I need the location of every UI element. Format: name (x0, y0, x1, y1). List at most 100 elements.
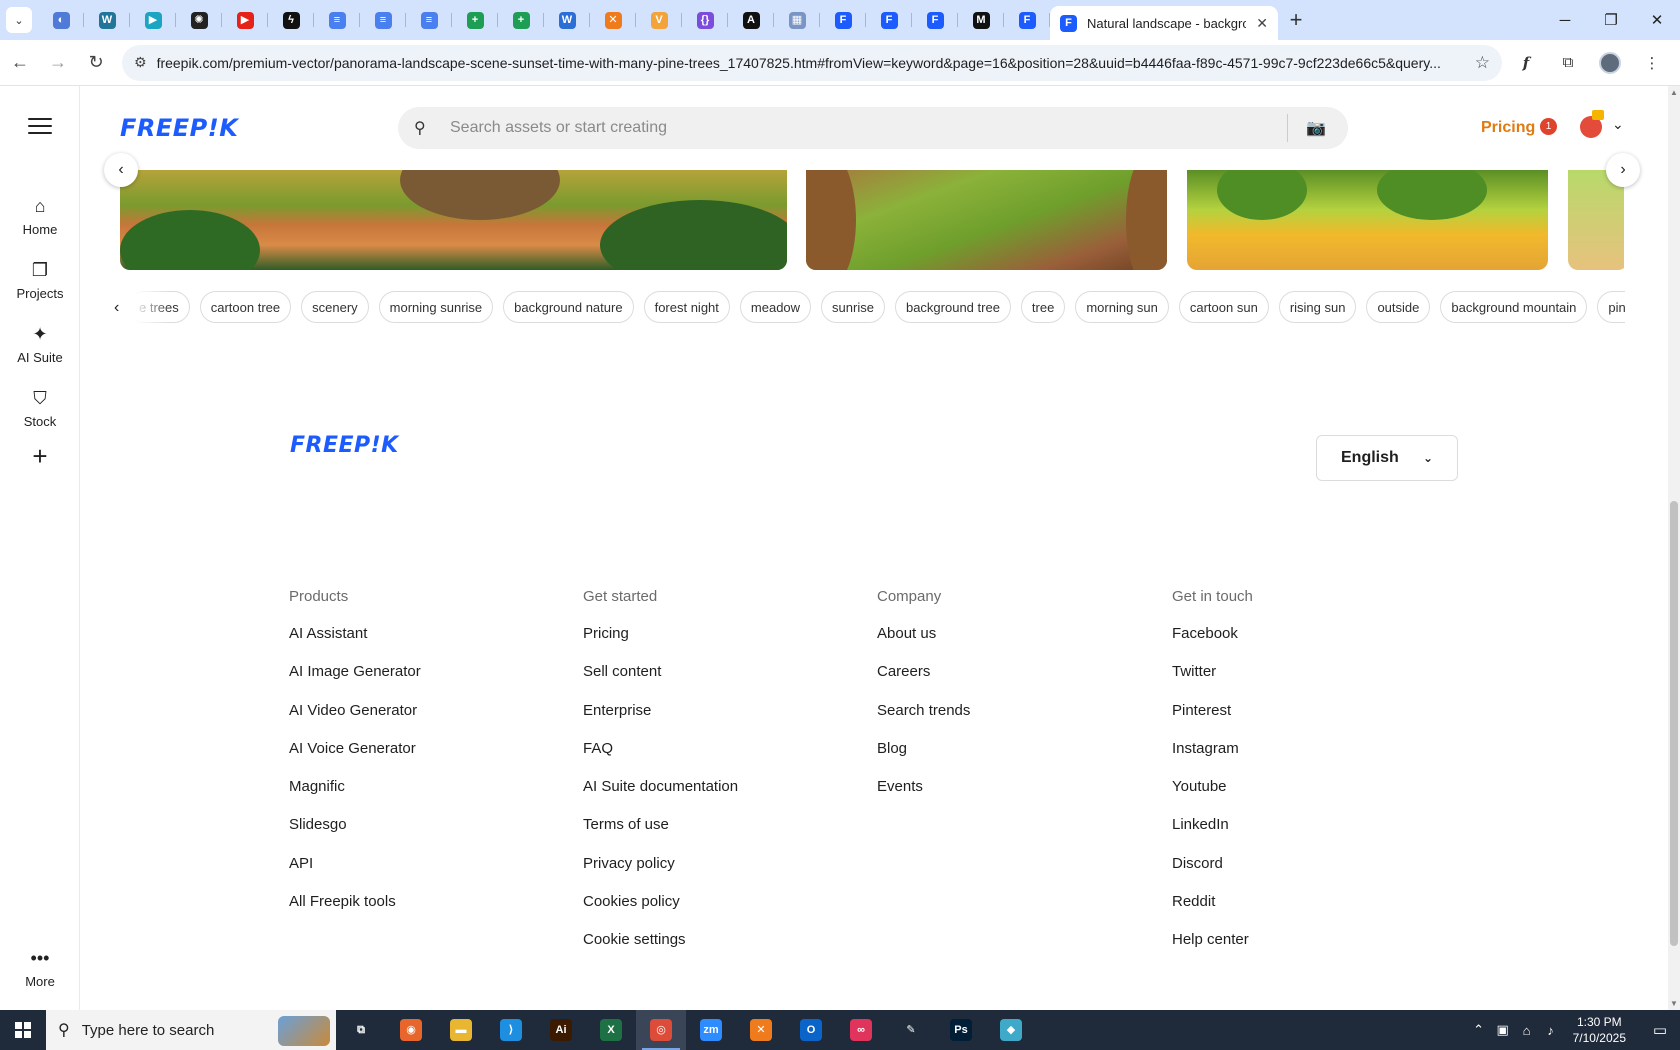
taskbar-app[interactable]: ✎ (886, 1010, 936, 1050)
taskbar-app[interactable]: ◉ (386, 1010, 436, 1050)
related-image[interactable] (120, 170, 787, 270)
page-scrollbar[interactable]: ▲ ▼ (1668, 86, 1680, 1010)
related-image[interactable] (806, 170, 1167, 270)
taskbar-app[interactable]: ⟩ (486, 1010, 536, 1050)
omnibox[interactable]: ⚙ freepik.com/premium-vector/panorama-la… (122, 44, 1502, 81)
footer-link[interactable]: Twitter (1172, 662, 1452, 700)
pinned-tab[interactable]: + (498, 0, 544, 40)
fontjoy-extension-icon[interactable]: f (1508, 45, 1544, 81)
taskbar-app[interactable]: Ps (936, 1010, 986, 1050)
taskbar-app[interactable]: ⧉ (336, 1010, 386, 1050)
sidebar-item-home[interactable]: ⌂ Home (0, 194, 80, 237)
search-bar[interactable]: ⚲ 📷 (398, 107, 1348, 149)
tab-search-button[interactable]: ⌄ (0, 0, 38, 40)
pinned-tab[interactable]: ◐ (38, 0, 84, 40)
pinned-tab[interactable]: ✕ (590, 0, 636, 40)
footer-link[interactable]: Pricing (583, 624, 863, 662)
scroll-up-icon[interactable]: ▲ (1670, 88, 1678, 97)
footer-link[interactable]: Facebook (1172, 624, 1452, 662)
footer-link[interactable]: AI Suite documentation (583, 777, 863, 815)
pinned-tab[interactable]: ▶ (130, 0, 176, 40)
freepik-logo[interactable]: FREEP!K (120, 114, 238, 142)
tray-app-icon[interactable]: ▣ (1491, 1022, 1515, 1038)
tag-chip[interactable]: background nature (503, 291, 634, 323)
volume-icon[interactable]: ♪ (1539, 1023, 1563, 1038)
back-button[interactable]: ← (2, 45, 38, 81)
tag-chip[interactable]: cartoon tree (199, 291, 292, 323)
pricing-link[interactable]: Pricing (1481, 119, 1535, 137)
search-input[interactable] (450, 119, 1275, 137)
sidebar-item-ai-suite[interactable]: ✦ AI Suite (0, 322, 80, 365)
clock[interactable]: 1:30 PM 7/10/2025 (1573, 1014, 1626, 1046)
pinned-tab[interactable]: ϟ (268, 0, 314, 40)
pinned-tab[interactable]: A (728, 0, 774, 40)
pinned-tab[interactable]: ≡ (360, 0, 406, 40)
pinned-tab[interactable]: F (912, 0, 958, 40)
footer-link[interactable]: AI Image Generator (289, 662, 569, 700)
bookmark-star-icon[interactable]: ☆ (1475, 53, 1490, 73)
pinned-tab[interactable]: F (820, 0, 866, 40)
pinned-tab[interactable]: W (84, 0, 130, 40)
pinned-tab[interactable]: M (958, 0, 1004, 40)
taskbar-app[interactable]: O (786, 1010, 836, 1050)
tag-chip[interactable]: morning sun (1075, 291, 1169, 323)
tag-chip[interactable]: pine (1597, 291, 1625, 323)
taskbar-app[interactable]: zm (686, 1010, 736, 1050)
related-image[interactable] (1187, 170, 1548, 270)
language-selector[interactable]: English ⌄ (1316, 435, 1458, 481)
footer-link[interactable]: Search trends (877, 701, 1157, 739)
restore-button[interactable]: ❐ (1588, 0, 1634, 40)
footer-link[interactable]: Sell content (583, 662, 863, 700)
start-button[interactable] (0, 1010, 46, 1050)
footer-link[interactable]: AI Video Generator (289, 701, 569, 739)
footer-link[interactable]: Youtube (1172, 777, 1452, 815)
taskbar-app[interactable]: ▬ (436, 1010, 486, 1050)
footer-link[interactable]: Privacy policy (583, 854, 863, 892)
hamburger-menu-icon[interactable] (28, 118, 52, 136)
footer-link[interactable]: Events (877, 777, 1157, 815)
tag-chip[interactable]: background mountain (1440, 291, 1588, 323)
footer-link[interactable]: Discord (1172, 854, 1452, 892)
reload-button[interactable]: ↻ (78, 45, 114, 81)
tag-chip[interactable]: cartoon sun (1178, 291, 1269, 323)
tag-chip[interactable]: sunrise (821, 291, 885, 323)
sidebar-item-projects[interactable]: ❐ Projects (0, 258, 80, 301)
tag-chip[interactable]: morning sunrise (378, 291, 494, 323)
footer-link[interactable]: Help center (1172, 930, 1452, 968)
footer-link[interactable]: Pinterest (1172, 701, 1452, 739)
camera-icon[interactable]: 📷 (1300, 118, 1332, 138)
add-button[interactable]: + (20, 436, 60, 476)
taskbar-app[interactable]: Ai (536, 1010, 586, 1050)
pinned-tab[interactable]: ▦ (774, 0, 820, 40)
tag-chip[interactable]: forest night (643, 291, 730, 323)
footer-link[interactable]: Terms of use (583, 815, 863, 853)
tag-chip[interactable]: outside (1366, 291, 1431, 323)
footer-link[interactable]: API (289, 854, 569, 892)
browser-menu-icon[interactable]: ⋮ (1634, 45, 1670, 81)
new-tab-button[interactable]: + (1278, 0, 1314, 40)
minimize-button[interactable]: ─ (1542, 0, 1588, 40)
url-text[interactable]: freepik.com/premium-vector/panorama-land… (157, 55, 1465, 71)
pinned-tab[interactable]: ▶ (222, 0, 268, 40)
tag-chip[interactable]: scenery (301, 291, 369, 323)
profile-avatar[interactable] (1592, 45, 1628, 81)
footer-link[interactable]: AI Assistant (289, 624, 569, 662)
footer-link[interactable]: Instagram (1172, 739, 1452, 777)
notification-center-icon[interactable]: ▭ (1640, 1021, 1680, 1039)
footer-link[interactable]: All Freepik tools (289, 892, 569, 930)
taskbar-app[interactable]: ◆ (986, 1010, 1036, 1050)
sidebar-item-stock[interactable]: ⛉ Stock (0, 386, 80, 429)
pinned-tab[interactable]: ≡ (406, 0, 452, 40)
footer-link[interactable]: Reddit (1172, 892, 1452, 930)
footer-link[interactable]: Cookie settings (583, 930, 863, 968)
taskbar-search[interactable]: ⚲ Type here to search (46, 1010, 336, 1050)
close-window-button[interactable]: ✕ (1634, 0, 1680, 40)
forward-button[interactable]: → (40, 45, 76, 81)
footer-link[interactable]: Enterprise (583, 701, 863, 739)
pinned-tab[interactable]: + (452, 0, 498, 40)
carousel-next-button[interactable]: › (1606, 153, 1640, 187)
tag-chip[interactable]: tree (1020, 291, 1066, 323)
footer-link[interactable]: Slidesgo (289, 815, 569, 853)
taskbar-app[interactable]: X (586, 1010, 636, 1050)
site-info-icon[interactable]: ⚙ (134, 54, 147, 71)
